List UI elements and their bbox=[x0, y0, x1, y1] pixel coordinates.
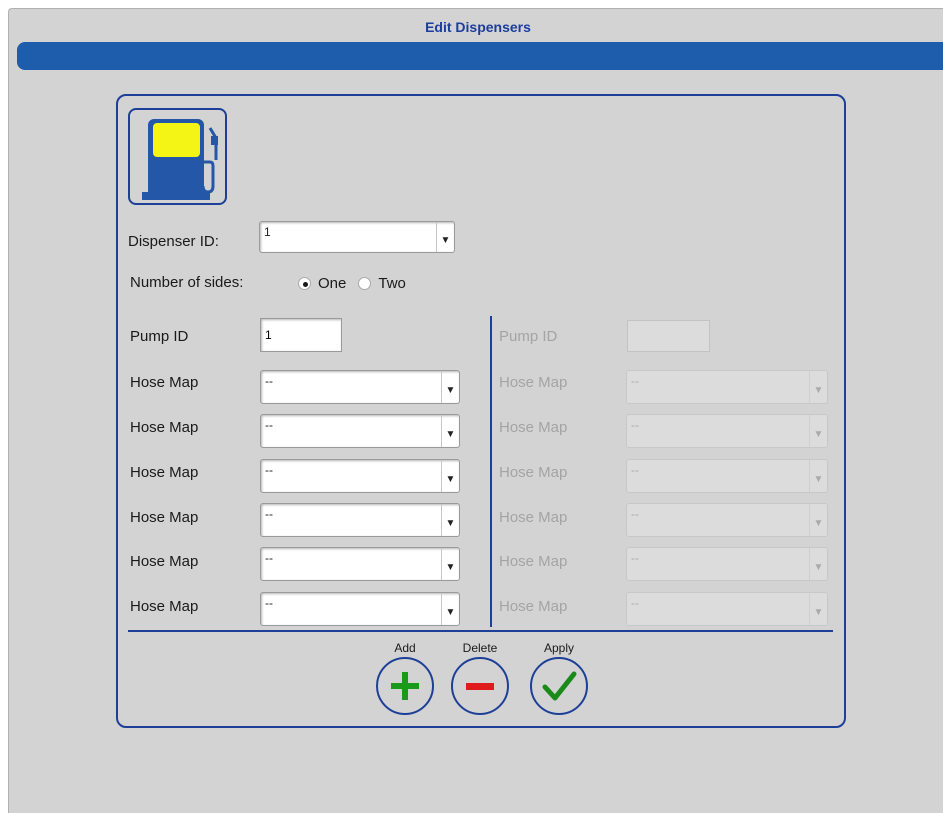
add-button[interactable] bbox=[376, 657, 434, 715]
side-two-hose-map-select-3[interactable]: -- ▼ bbox=[626, 459, 828, 493]
dropdown-arrow-icon: ▼ bbox=[436, 222, 454, 252]
dropdown-arrow-icon: ▼ bbox=[441, 415, 459, 447]
number-of-sides-radio-group: One Two bbox=[298, 275, 418, 292]
window-title: Edit Dispensers bbox=[425, 19, 531, 35]
title-bar bbox=[17, 42, 943, 70]
dispenser-panel: Dispenser ID: 1 ▼ Number of sides: One T… bbox=[116, 94, 846, 728]
sides-two-label: Two bbox=[378, 275, 406, 292]
apply-label: Apply bbox=[543, 641, 575, 655]
hose-map-value: -- bbox=[265, 418, 273, 432]
side-one-hose-map-label-3: Hose Map bbox=[130, 464, 199, 481]
radio-unchecked-icon bbox=[358, 277, 372, 290]
side-one-hose-map-label-1: Hose Map bbox=[130, 374, 199, 391]
apply-button[interactable] bbox=[530, 657, 588, 715]
add-action: Add bbox=[375, 641, 435, 715]
side-two-hose-map-select-2[interactable]: -- ▼ bbox=[626, 414, 828, 448]
delete-action: Delete bbox=[450, 641, 510, 715]
side-two-pump-id-label: Pump ID bbox=[499, 328, 558, 345]
dropdown-arrow-icon: ▼ bbox=[441, 548, 459, 580]
dropdown-arrow-icon: ▼ bbox=[441, 371, 459, 403]
hose-map-value: -- bbox=[265, 507, 273, 521]
dropdown-arrow-icon: ▼ bbox=[441, 593, 459, 625]
edit-dispensers-window: Edit Dispensers Dispenser ID: 1 ▼ Number… bbox=[8, 8, 943, 813]
side-one-hose-map-select-1[interactable]: -- ▼ bbox=[260, 370, 460, 404]
side-one-hose-map-label-6: Hose Map bbox=[130, 598, 199, 615]
hose-map-value: -- bbox=[631, 596, 639, 610]
side-one-hose-map-select-5[interactable]: -- ▼ bbox=[260, 547, 460, 581]
hose-map-value: -- bbox=[631, 551, 639, 565]
side-one-hose-map-select-2[interactable]: -- ▼ bbox=[260, 414, 460, 448]
dropdown-arrow-icon: ▼ bbox=[441, 504, 459, 536]
side-two-hose-map-label-1: Hose Map bbox=[499, 374, 568, 391]
radio-checked-icon bbox=[298, 277, 311, 290]
side-one-pump-id-label: Pump ID bbox=[130, 328, 189, 345]
side-two-hose-map-select-5[interactable]: -- ▼ bbox=[626, 547, 828, 581]
side-two-pump-id-input[interactable] bbox=[627, 320, 710, 352]
dropdown-arrow-icon: ▼ bbox=[809, 593, 827, 625]
dropdown-arrow-icon: ▼ bbox=[441, 460, 459, 492]
add-label: Add bbox=[394, 641, 416, 655]
side-one-hose-map-select-6[interactable]: -- ▼ bbox=[260, 592, 460, 626]
side-one-hose-map-select-4[interactable]: -- ▼ bbox=[260, 503, 460, 537]
dropdown-arrow-icon: ▼ bbox=[809, 504, 827, 536]
hose-map-value: -- bbox=[265, 463, 273, 477]
side-one-hose-map-label-2: Hose Map bbox=[130, 419, 199, 436]
dropdown-arrow-icon: ▼ bbox=[809, 548, 827, 580]
delete-button[interactable] bbox=[451, 657, 509, 715]
side-two-hose-map-label-2: Hose Map bbox=[499, 419, 568, 436]
side-divider bbox=[490, 316, 492, 627]
side-two-hose-map-label-5: Hose Map bbox=[499, 553, 568, 570]
side-two-hose-map-label-3: Hose Map bbox=[499, 464, 568, 481]
fuel-pump-icon bbox=[128, 108, 227, 205]
side-two-hose-map-select-1[interactable]: -- ▼ bbox=[626, 370, 828, 404]
dropdown-arrow-icon: ▼ bbox=[809, 460, 827, 492]
side-two-hose-map-select-4[interactable]: -- ▼ bbox=[626, 503, 828, 537]
hose-map-value: -- bbox=[631, 463, 639, 477]
side-one-pump-id-input[interactable] bbox=[260, 318, 342, 352]
sides-two-radio[interactable]: Two bbox=[358, 275, 406, 292]
hose-map-value: -- bbox=[631, 418, 639, 432]
minus-icon bbox=[466, 683, 494, 690]
sides-one-label: One bbox=[318, 275, 347, 292]
hose-map-value: -- bbox=[265, 596, 273, 610]
check-icon bbox=[542, 671, 577, 701]
plus-icon bbox=[391, 672, 419, 700]
side-two-hose-map-label-4: Hose Map bbox=[499, 509, 568, 526]
hose-map-value: -- bbox=[631, 507, 639, 521]
side-two-hose-map-select-6[interactable]: -- ▼ bbox=[626, 592, 828, 626]
dispenser-id-value: 1 bbox=[264, 225, 271, 239]
side-one-hose-map-label-4: Hose Map bbox=[130, 509, 199, 526]
delete-label: Delete bbox=[462, 641, 498, 655]
number-of-sides-label: Number of sides: bbox=[130, 274, 244, 291]
side-one-hose-map-select-3[interactable]: -- ▼ bbox=[260, 459, 460, 493]
apply-action: Apply bbox=[529, 641, 589, 715]
hose-map-value: -- bbox=[631, 374, 639, 388]
dispenser-id-select[interactable]: 1 ▼ bbox=[259, 221, 455, 253]
hose-map-value: -- bbox=[265, 551, 273, 565]
dropdown-arrow-icon: ▼ bbox=[809, 371, 827, 403]
side-two-hose-map-label-6: Hose Map bbox=[499, 598, 568, 615]
dispenser-id-label: Dispenser ID: bbox=[128, 233, 219, 250]
side-one-hose-map-label-5: Hose Map bbox=[130, 553, 199, 570]
sides-one-radio[interactable]: One bbox=[298, 275, 346, 292]
footer-divider bbox=[128, 630, 833, 632]
hose-map-value: -- bbox=[265, 374, 273, 388]
dropdown-arrow-icon: ▼ bbox=[809, 415, 827, 447]
